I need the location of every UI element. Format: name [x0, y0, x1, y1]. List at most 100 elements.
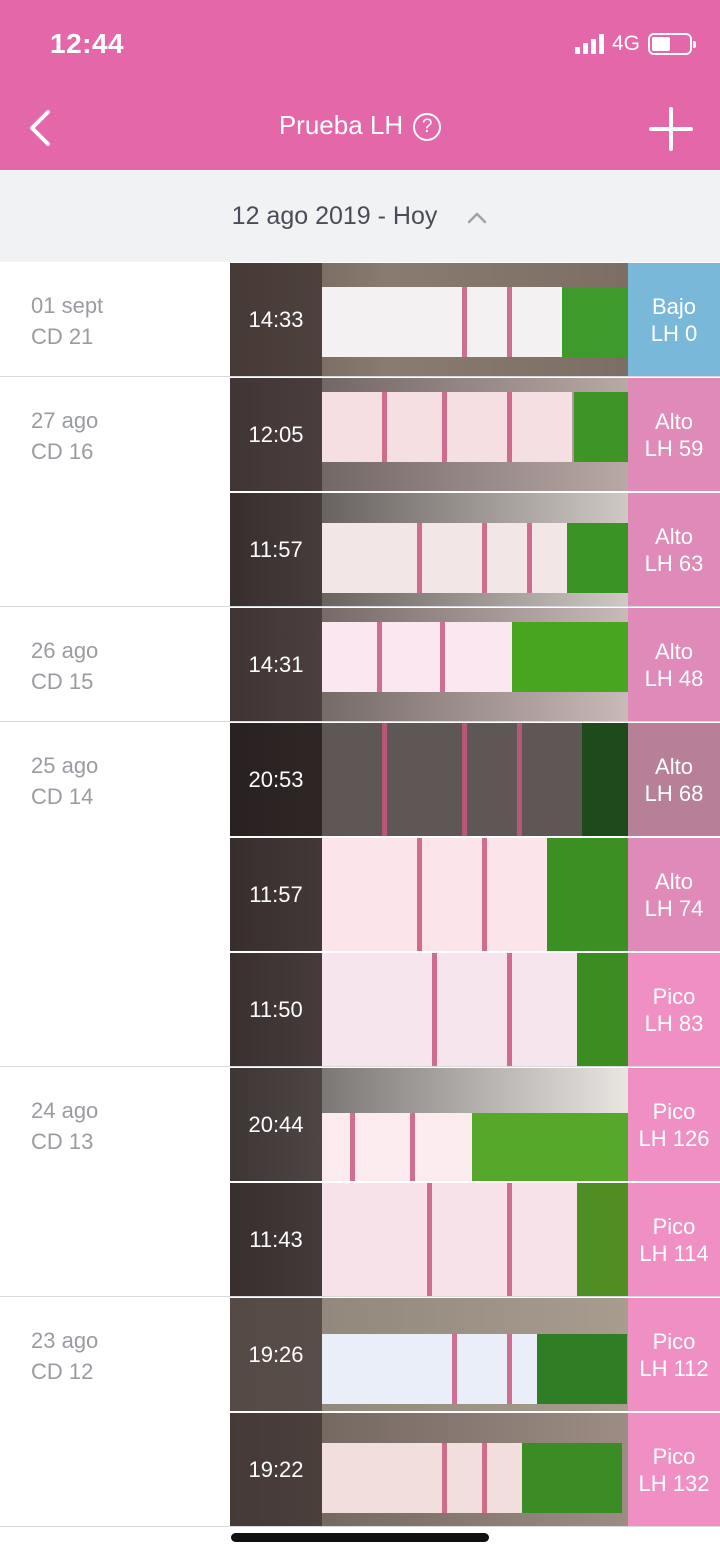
test-result-badge: Pico LH 114: [628, 1183, 720, 1296]
test-row[interactable]: 12:05 Alto LH 59: [230, 378, 720, 491]
result-lh-value: LH 74: [644, 895, 704, 921]
test-result-badge: Pico LH 132: [628, 1413, 720, 1526]
result-level: Alto: [655, 638, 693, 664]
test-result-badge: Pico LH 112: [628, 1298, 720, 1411]
cycle-day: CD 12: [31, 1359, 94, 1384]
cycle-day: CD 14: [31, 784, 94, 809]
day-date: 23 ago: [31, 1328, 99, 1353]
result-level: Alto: [655, 408, 693, 434]
test-row[interactable]: 20:53 Alto LH 68: [230, 723, 720, 836]
date-range-label: 12 ago 2019 - Hoy: [231, 202, 438, 230]
test-result-badge: Alto LH 63: [628, 493, 720, 606]
day-date: 27 ago: [31, 408, 99, 433]
day-group: 27 ago CD 16 12:05 Alto LH 59 11:57 Alto LH 63: [0, 377, 720, 607]
result-lh-value: LH 48: [644, 665, 704, 691]
cycle-day: CD 16: [31, 439, 94, 464]
test-time: 11:43: [249, 1226, 303, 1252]
nav-bar: Prueba LH?: [0, 88, 720, 170]
result-lh-value: LH 132: [638, 1470, 710, 1496]
result-lh-value: LH 0: [650, 320, 698, 346]
day-group: 23 ago CD 12 19:26 Pico LH 112 19:22 Pico LH 13…: [0, 1297, 720, 1527]
result-lh-value: LH 68: [644, 780, 704, 806]
result-level: Bajo: [651, 293, 697, 319]
result-level: Pico: [652, 1098, 696, 1124]
day-date: 24 ago: [31, 1098, 99, 1123]
day-label: 01 sept CD 21: [31, 290, 103, 352]
result-lh-value: LH 63: [644, 550, 704, 576]
test-strip-photo: 19:26: [230, 1298, 628, 1411]
test-strip-photo: 11:43: [230, 1183, 628, 1296]
result-level: Pico: [652, 1213, 696, 1239]
signal-icon: [574, 34, 604, 54]
test-result-badge: Alto LH 59: [628, 378, 720, 491]
test-row[interactable]: 14:33 Bajo LH 0: [230, 263, 720, 376]
day-group: 25 ago CD 14 20:53 Alto LH 68 11:57 Alto LH 74 1…: [0, 722, 720, 1067]
status-indicators: 4G: [574, 32, 696, 56]
test-time: 14:33: [248, 306, 304, 332]
day-group: 01 sept CD 21 14:33 Bajo LH 0: [0, 262, 720, 377]
test-strip-photo: 11:50: [230, 953, 628, 1066]
test-row[interactable]: 19:26 Pico LH 112: [230, 1298, 720, 1411]
test-time: 19:26: [248, 1341, 304, 1367]
test-result-badge: Pico LH 126: [628, 1068, 720, 1181]
test-result-badge: Alto LH 48: [628, 608, 720, 721]
day-group: 24 ago CD 13 20:44 Pico LH 126 11:43 Pico LH 11…: [0, 1067, 720, 1297]
result-level: Pico: [652, 983, 696, 1009]
test-strip-photo: 11:57: [230, 838, 628, 951]
battery-icon: [648, 33, 696, 55]
test-row[interactable]: 11:57 Alto LH 63: [230, 493, 720, 606]
status-bar: 12:44 4G: [0, 0, 720, 88]
test-time: 19:22: [248, 1456, 304, 1482]
test-strip-photo: 19:22: [230, 1413, 628, 1526]
test-row[interactable]: 11:43 Pico LH 114: [230, 1183, 720, 1296]
network-type: 4G: [611, 32, 640, 55]
test-row[interactable]: 11:57 Alto LH 74: [230, 838, 720, 951]
test-strip-photo: 11:57: [230, 493, 628, 606]
result-level: Pico: [652, 1328, 696, 1354]
test-strip-photo: 20:44: [230, 1068, 628, 1181]
day-date: 26 ago: [31, 638, 99, 663]
help-icon[interactable]: ?: [413, 113, 442, 141]
test-row[interactable]: 20:44 Pico LH 126: [230, 1068, 720, 1181]
day-label: 25 ago CD 14: [31, 750, 98, 812]
test-strip-photo: 12:05: [230, 378, 628, 491]
cycle-day: CD 21: [31, 324, 94, 349]
test-row[interactable]: 11:50 Pico LH 83: [230, 953, 720, 1066]
day-label: 27 ago CD 16: [31, 405, 98, 467]
result-lh-value: LH 83: [644, 1010, 704, 1036]
day-label: 26 ago CD 15: [31, 635, 98, 697]
test-time: 12:05: [248, 421, 304, 447]
test-result-badge: Pico LH 83: [628, 953, 720, 1066]
result-level: Pico: [652, 1443, 696, 1469]
day-label: 23 ago CD 12: [31, 1325, 98, 1387]
home-indicator: [231, 1533, 489, 1542]
page-title: Prueba LH?: [0, 110, 720, 141]
cycle-day: CD 13: [31, 1129, 94, 1154]
day-label: 24 ago CD 13: [31, 1095, 98, 1157]
cycle-day: CD 15: [31, 669, 94, 694]
test-result-badge: Alto LH 68: [628, 723, 720, 836]
day-date: 25 ago: [31, 753, 99, 778]
result-level: Alto: [655, 868, 693, 894]
add-test-button[interactable]: [648, 106, 694, 152]
test-time: 20:44: [248, 1111, 304, 1137]
result-lh-value: LH 126: [638, 1125, 710, 1151]
test-time: 20:53: [248, 766, 304, 792]
page-title-text: Prueba LH: [278, 110, 404, 140]
plus-icon: [649, 107, 693, 151]
result-lh-value: LH 112: [639, 1355, 709, 1381]
test-row[interactable]: 19:22 Pico LH 132: [230, 1413, 720, 1526]
test-list: 01 sept CD 21 14:33 Bajo LH 0 27 ago CD 16 12:0…: [0, 262, 720, 1527]
chevron-up-icon: [468, 213, 487, 224]
result-lh-value: LH 114: [639, 1240, 709, 1266]
date-range-selector[interactable]: 12 ago 2019 - Hoy: [0, 170, 720, 262]
result-level: Alto: [655, 523, 693, 549]
test-time: 14:31: [248, 651, 304, 677]
test-row[interactable]: 14:31 Alto LH 48: [230, 608, 720, 721]
day-group: 26 ago CD 15 14:31 Alto LH 48: [0, 607, 720, 722]
status-time: 12:44: [50, 28, 125, 59]
test-time: 11:57: [249, 536, 303, 562]
test-strip-photo: 14:31: [230, 608, 628, 721]
day-date: 01 sept: [31, 293, 104, 318]
test-strip-photo: 14:33: [230, 263, 628, 376]
